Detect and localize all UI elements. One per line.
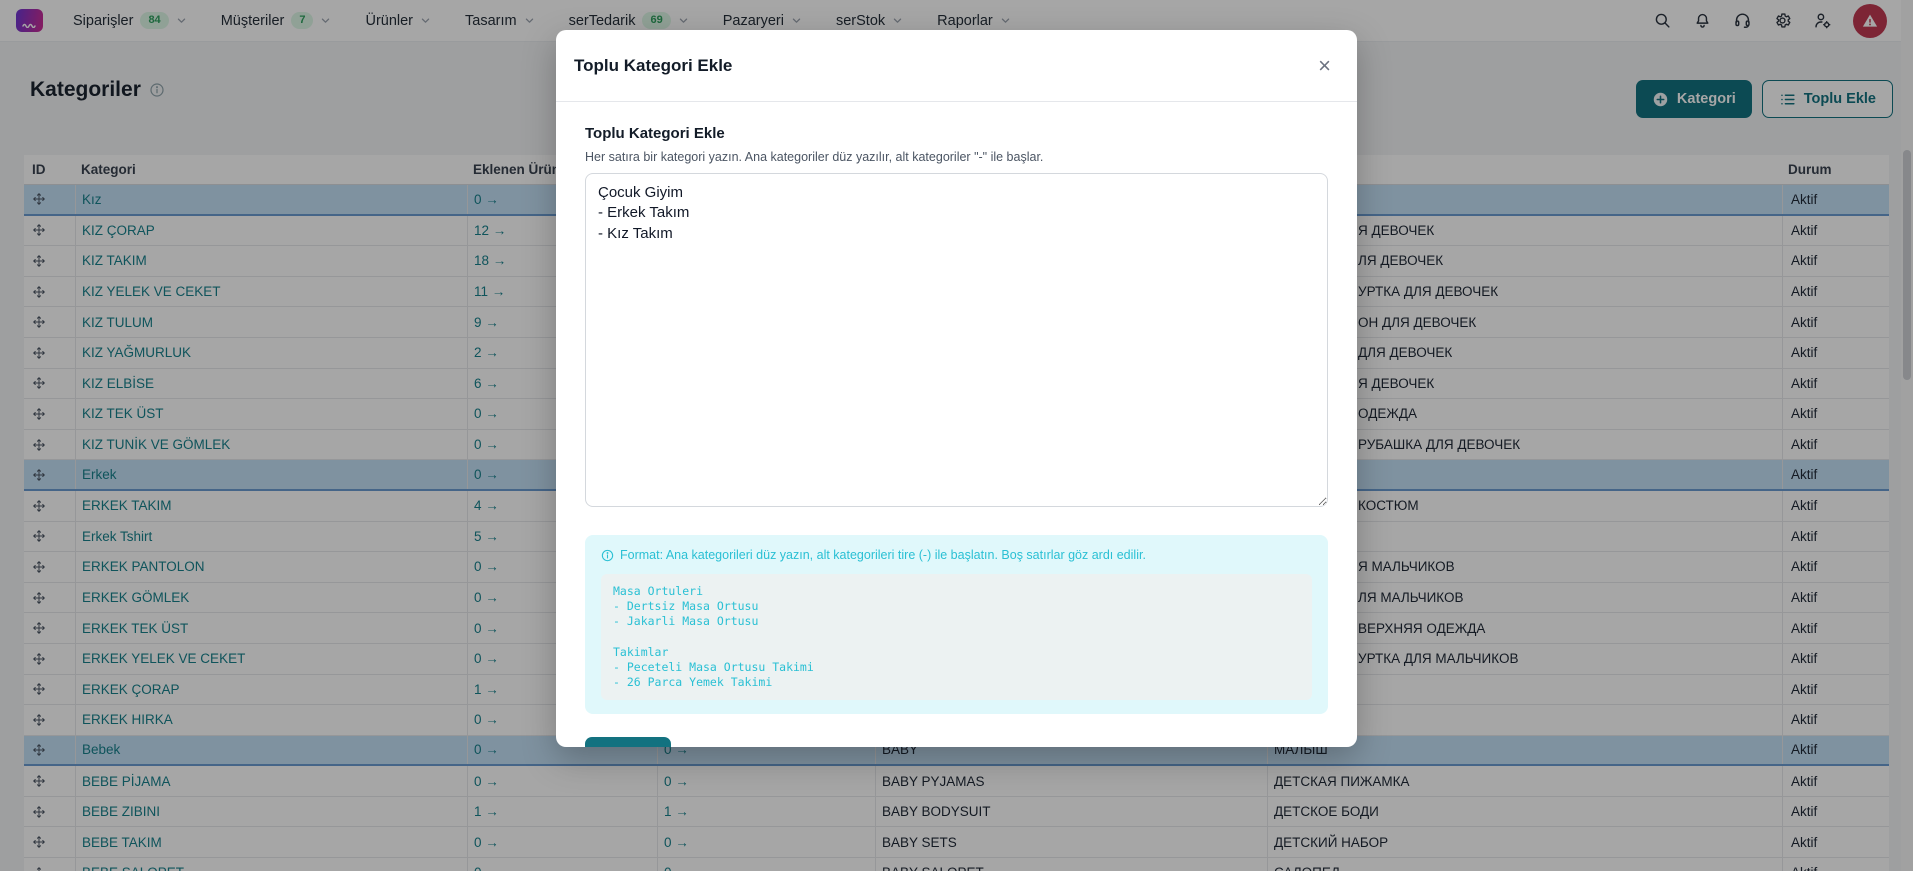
info-circle-icon xyxy=(601,549,614,562)
format-info-text: Format: Ana kategorileri düz yazın, alt … xyxy=(620,548,1146,562)
bulk-add-modal: Toplu Kategori Ekle × Toplu Kategori Ekl… xyxy=(556,30,1357,747)
modal-section-heading: Toplu Kategori Ekle xyxy=(585,125,1328,142)
modal-helper-text: Her satıra bir kategori yazın. Ana kateg… xyxy=(585,150,1328,164)
format-info-line: Format: Ana kategorileri düz yazın, alt … xyxy=(601,548,1312,562)
modal-title: Toplu Kategori Ekle xyxy=(574,56,732,76)
modal-body: Toplu Kategori Ekle Her satıra bir kateg… xyxy=(556,102,1357,747)
modal-header: Toplu Kategori Ekle × xyxy=(556,30,1357,102)
categories-textarea[interactable]: Çocuk Giyim - Erkek Takım - Kız Takım xyxy=(585,173,1328,507)
close-icon[interactable]: × xyxy=(1310,51,1339,81)
screen: Siparişler 84 Müşteriler 7 Ürünler Tasar… xyxy=(0,0,1913,871)
format-infobox: Format: Ana kategorileri düz yazın, alt … xyxy=(585,535,1328,714)
format-example-code: Masa Ortuleri - Dertsiz Masa Ortusu - Ja… xyxy=(601,574,1312,700)
save-button[interactable]: Kaydet xyxy=(585,737,671,747)
